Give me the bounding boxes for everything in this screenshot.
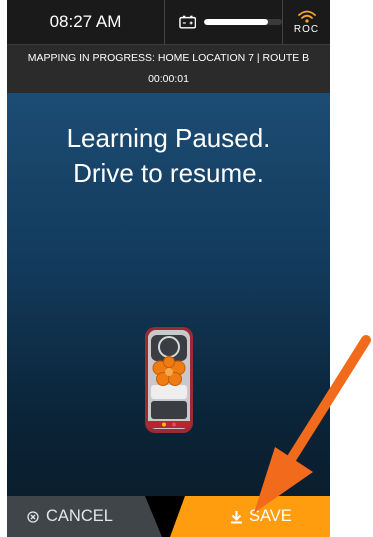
save-button[interactable]: SAVE (170, 496, 330, 537)
mapping-status-text: MAPPING IN PROGRESS: HOME LOCATION 7 | R… (27, 52, 310, 64)
clock: 08:27 AM (7, 0, 165, 44)
battery-level-bar (204, 19, 282, 25)
roc-connection: ROC (283, 0, 330, 44)
wifi-signal-icon (297, 10, 316, 23)
mapping-view: Learning Paused. Drive to resume. (7, 93, 330, 496)
cancel-button[interactable]: CANCEL (7, 496, 162, 537)
action-bar: CANCEL SAVE (7, 496, 330, 537)
cancel-label: CANCEL (46, 507, 113, 525)
cancel-circle-icon (27, 510, 39, 523)
battery-icon (179, 15, 197, 29)
headline-line-1: Learning Paused. (66, 123, 271, 153)
mapping-elapsed-timer: 00:00:01 (148, 73, 189, 85)
download-icon (231, 510, 242, 523)
battery-level-fill (204, 19, 269, 25)
battery-indicator (165, 0, 283, 44)
learning-paused-message: Learning Paused. Drive to resume. (7, 121, 330, 191)
vehicle-icon (145, 327, 193, 433)
status-bar: 08:27 AM ROC (7, 0, 330, 44)
headline-line-2: Drive to resume. (73, 158, 264, 188)
mapping-status-bar: MAPPING IN PROGRESS: HOME LOCATION 7 | R… (7, 44, 330, 93)
roc-label: ROC (293, 23, 320, 35)
save-label: SAVE (249, 507, 292, 525)
device-screen: 08:27 AM ROC MAPPING IN PROGRESS: HOME L… (7, 0, 330, 537)
